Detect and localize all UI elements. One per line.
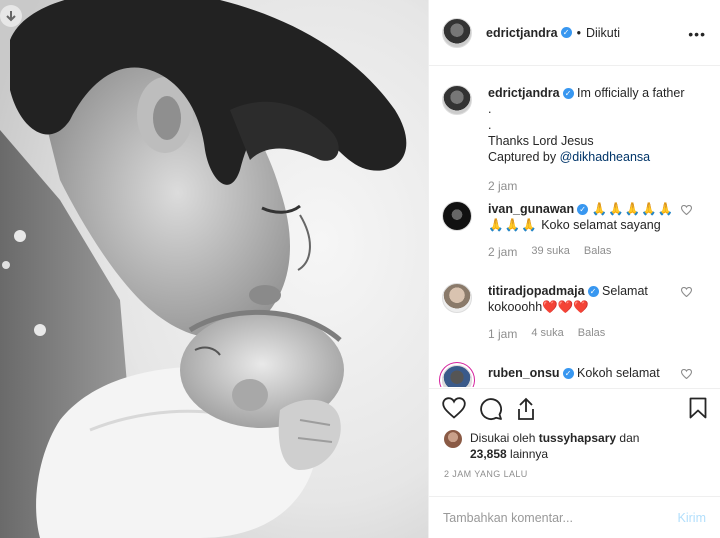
comment-text: Selamat (602, 284, 648, 298)
comment-item: titiradjopadmaja ✓ Selamat kokooohh❤️❤️❤️… (442, 283, 710, 341)
download-button[interactable] (0, 5, 22, 27)
comment-text: Koko selamat sayang (541, 218, 661, 232)
heart-emojis: ❤️❤️❤️ (542, 300, 589, 314)
post-timestamp[interactable]: 2 JAM YANG LALU (444, 469, 528, 479)
mention-link[interactable]: @dikhadheansa (560, 150, 651, 164)
comment-username[interactable]: ivan_gunawan (488, 202, 574, 216)
post-photo[interactable] (0, 0, 428, 538)
verified-badge-icon: ✓ (560, 27, 572, 38)
instagram-post-modal: edrictjandra ✓ • Diikuti ••• edrictjandr… (0, 0, 720, 538)
like-heart-icon[interactable] (442, 397, 466, 419)
like-comment-heart-icon[interactable] (681, 205, 692, 215)
verified-badge-icon: ✓ (562, 88, 574, 100)
verified-badge-icon: ✓ (587, 286, 599, 298)
caption-line-1: Im officially a father (577, 86, 685, 100)
author-username[interactable]: edrictjandra (486, 26, 558, 40)
like-comment-heart-icon[interactable] (681, 287, 692, 297)
share-icon[interactable] (515, 397, 537, 421)
commenter-avatar[interactable] (442, 201, 472, 231)
likes-count[interactable]: 23,858 (470, 447, 507, 461)
caption: edrictjandra ✓ Im officially a father . .… (442, 85, 710, 193)
comment-composer: Kirim (429, 496, 720, 538)
likes-suffix: lainnya (506, 447, 549, 461)
caption-author-avatar[interactable] (442, 85, 472, 115)
comment-time[interactable]: 2 jam (488, 245, 517, 259)
liker-avatar[interactable] (444, 430, 462, 448)
post-comment-button[interactable]: Kirim (678, 511, 706, 525)
caption-line-2: . (488, 102, 492, 116)
commenter-avatar[interactable] (442, 283, 472, 313)
action-bar (429, 388, 720, 428)
father-kissing-baby-image (0, 0, 428, 538)
verified-badge-icon: ✓ (562, 368, 574, 380)
comment-bubble-icon[interactable] (479, 397, 503, 421)
commenter-avatar[interactable] (442, 365, 472, 387)
comment-text-2: kokooohh (488, 300, 543, 314)
add-comment-input[interactable] (443, 510, 678, 525)
verified-badge-icon: ✓ (577, 204, 589, 216)
author-avatar[interactable] (442, 17, 472, 48)
prayer-emojis-2: 🙏🙏🙏 (488, 218, 538, 232)
reply-button[interactable]: Balas (578, 327, 606, 341)
like-comment-heart-icon[interactable] (681, 369, 692, 379)
reply-button[interactable]: Balas (584, 245, 612, 259)
comment-item: ivan_gunawan ✓ 🙏🙏🙏🙏🙏 🙏🙏🙏 Koko selamat say… (442, 201, 710, 259)
comment-text: Kokoh selamat (577, 366, 660, 380)
comment-likes[interactable]: 4 suka (531, 327, 563, 341)
likes-summary: Disukai oleh tussyhapsary dan 23,858 lai… (444, 430, 639, 462)
follow-status[interactable]: Diikuti (586, 26, 620, 40)
more-options-icon[interactable]: ••• (688, 26, 706, 42)
caption-line-3: . (488, 118, 492, 132)
caption-line-5: Captured by (488, 150, 560, 164)
comment-likes[interactable]: 39 suka (531, 245, 570, 259)
caption-time[interactable]: 2 jam (488, 179, 517, 193)
comment-username[interactable]: titiradjopadmaja (488, 284, 585, 298)
likes-prefix: Disukai oleh (470, 431, 539, 445)
comment-username[interactable]: ruben_onsu (488, 366, 560, 380)
likes-mid: dan (616, 431, 640, 445)
prayer-emojis: 🙏🙏🙏🙏🙏 (591, 202, 675, 216)
caption-username[interactable]: edrictjandra (488, 86, 560, 100)
post-side-panel: edrictjandra ✓ • Diikuti ••• edrictjandr… (428, 0, 720, 538)
comment-item: ruben_onsu ✓ Kokoh selamat (442, 365, 710, 387)
comment-list[interactable]: edrictjandra ✓ Im officially a father . .… (429, 67, 720, 387)
bookmark-save-icon[interactable] (689, 397, 707, 419)
caption-line-4: Thanks Lord Jesus (488, 134, 594, 148)
comment-time[interactable]: 1 jam (488, 327, 517, 341)
post-header: edrictjandra ✓ • Diikuti ••• (429, 0, 720, 66)
separator-dot: • (576, 25, 581, 40)
liker-username[interactable]: tussyhapsary (539, 431, 616, 445)
arrow-down-icon (6, 11, 16, 22)
